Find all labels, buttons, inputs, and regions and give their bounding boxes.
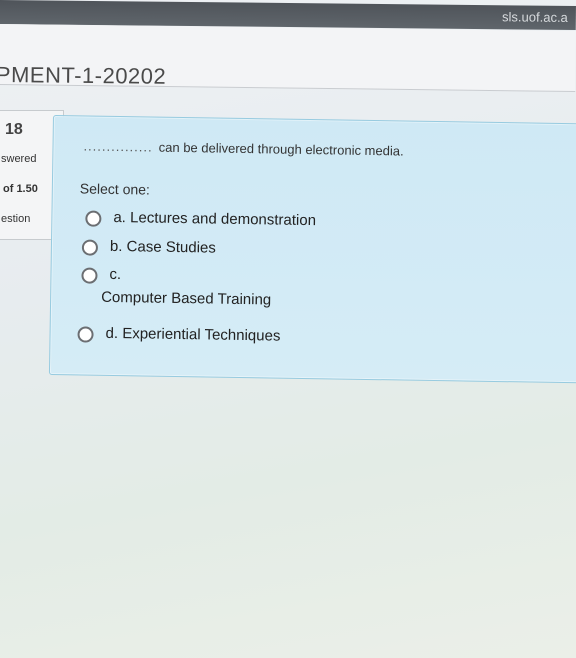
question-mark: of 1.50 xyxy=(3,183,38,195)
question-status: swered xyxy=(1,153,37,165)
option-a[interactable]: a. Lectures and demonstration xyxy=(85,209,316,231)
option-a-letter: a. xyxy=(113,208,127,227)
radio-option-b[interactable] xyxy=(81,239,99,256)
question-body: can be delivered through electronic medi… xyxy=(158,139,404,159)
option-b-letter: b. xyxy=(109,237,123,256)
radio-option-d[interactable] xyxy=(77,326,94,343)
radio-option-c[interactable] xyxy=(81,267,98,284)
url-text[interactable]: sls.uof.ac.a xyxy=(502,9,568,25)
question-text: ............... can be delivered through … xyxy=(83,138,403,158)
select-one-label: Select one: xyxy=(79,180,151,198)
page-title: PMENT-1-20202 xyxy=(0,62,167,89)
radio-option-a[interactable] xyxy=(85,210,102,227)
option-c-text[interactable]: Computer Based Training xyxy=(101,289,271,309)
flag-question-link[interactable]: estion xyxy=(1,213,30,225)
option-d-text: Experiential Techniques xyxy=(122,325,281,345)
option-b-text: Case Studies xyxy=(126,238,216,257)
question-panel: ............... can be delivered through … xyxy=(48,115,576,384)
option-a-text: Lectures and demonstration xyxy=(129,209,317,230)
option-c-letter: c. xyxy=(109,265,122,284)
option-d[interactable]: d. Experiential Techniques xyxy=(77,324,281,345)
question-number: 18 xyxy=(5,121,23,138)
option-b[interactable]: b. Case Studies xyxy=(81,237,216,257)
option-c[interactable]: c. xyxy=(81,265,121,284)
question-blank: ............... xyxy=(83,138,153,155)
option-d-letter: d. xyxy=(105,324,119,343)
